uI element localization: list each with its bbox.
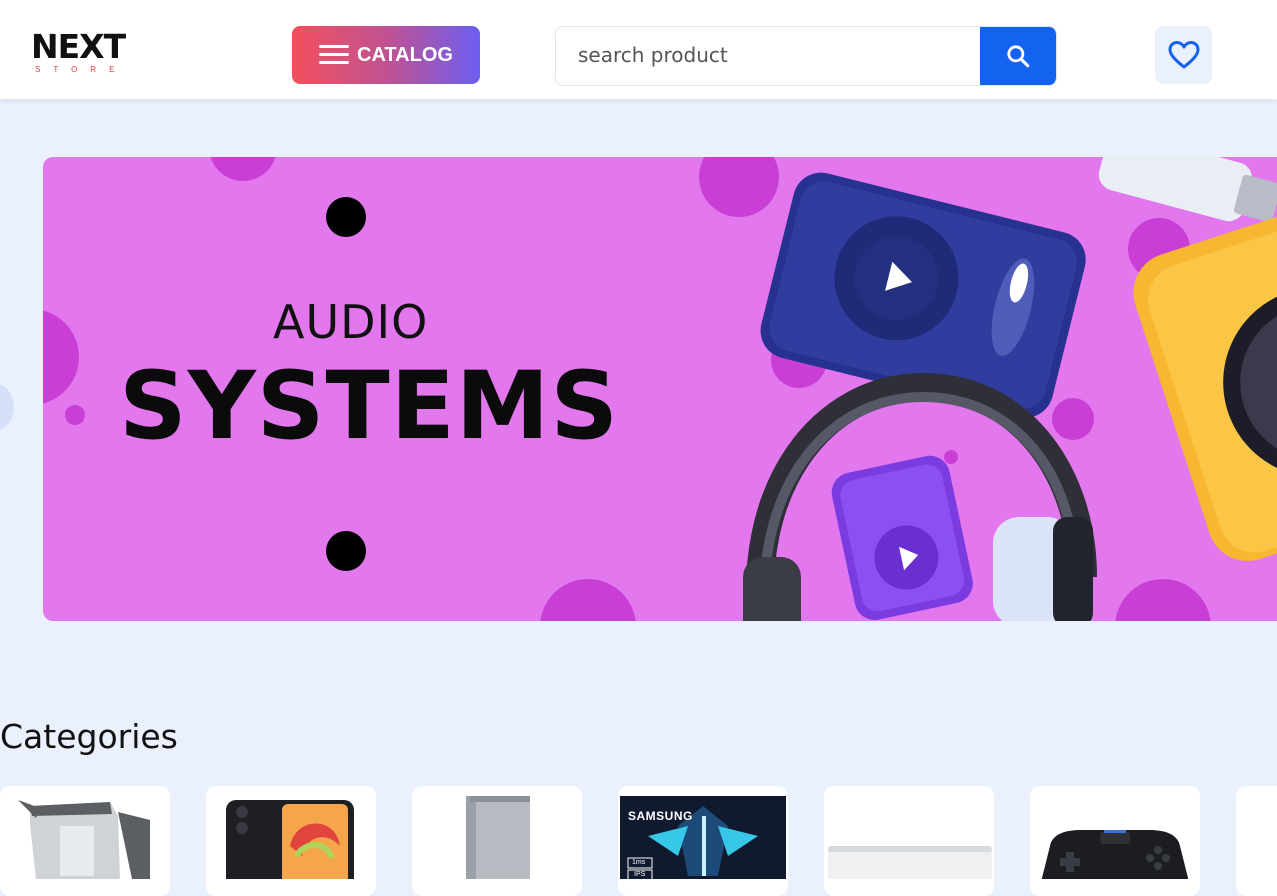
logo-subtext: STORE [35,65,128,74]
site-header: NEXT STORE CATALOG [0,0,1277,99]
monitor-spec-2: IPS [634,871,646,878]
category-card-kettle[interactable] [0,786,170,896]
search-button[interactable] [980,27,1056,85]
refrigerator-icon [466,796,530,879]
heart-icon [1168,41,1199,69]
categories-title: Categories [0,717,178,756]
kettle-icon [18,800,150,879]
category-card-appliance[interactable] [824,786,994,896]
gamepad-icon [1041,830,1189,879]
banner-line-2: SYSTEMS [119,352,620,461]
category-card-monitor[interactable]: SAMSUNG 1ms IPS [618,786,788,896]
appliance-icon [828,846,992,879]
search-icon [1007,45,1030,68]
catalog-label: CATALOG [357,43,453,66]
category-card-more[interactable] [1236,786,1277,896]
favorites-button[interactable] [1155,26,1212,84]
category-card-smartphone[interactable] [206,786,376,896]
hero-banner[interactable]: AUDIO SYSTEMS [43,157,1277,621]
store-logo[interactable]: NEXT STORE [31,30,147,76]
smartphone-icon [226,800,354,879]
search-bar [555,26,1057,86]
banner-line-1: AUDIO [273,295,429,349]
category-card-refrigerator[interactable] [412,786,582,896]
monitor-spec-1: 1ms [632,859,646,866]
slider-prev-button[interactable] [0,383,14,431]
catalog-button[interactable]: CATALOG [292,26,480,84]
search-input[interactable] [556,27,980,83]
logo-text: NEXT [31,27,126,66]
category-card-gamepad[interactable] [1030,786,1200,896]
monitor-brand: SAMSUNG [628,809,693,823]
menu-icon [319,45,350,65]
